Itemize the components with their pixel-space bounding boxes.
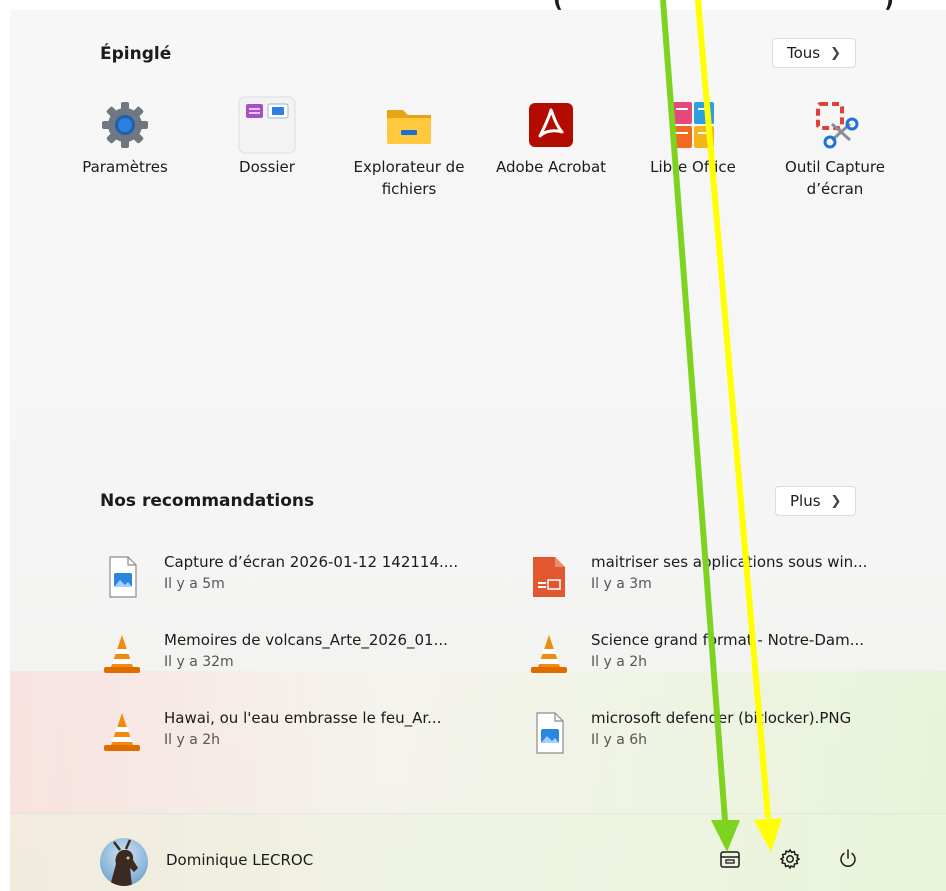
vlc-icon <box>102 633 142 677</box>
recommendations-title: Nos recommandations <box>100 491 315 511</box>
pinned-app-snipping-tool[interactable]: Outil Capture d’écran <box>770 100 900 200</box>
recommendation-item[interactable]: Capture d’écran 2026-01-12 142114.... Il… <box>102 551 482 601</box>
recommendation-name: Capture d’écran 2026-01-12 142114.... <box>164 553 459 571</box>
pinned-title: Épinglé <box>100 44 172 64</box>
pinned-app-label: Explorateur de fichiers <box>353 158 465 198</box>
recommendation-item[interactable]: Memoires de volcans_Arte_2026_01... Il y… <box>102 629 482 679</box>
file-explorer-icon <box>719 848 741 874</box>
gear-icon <box>100 100 150 150</box>
recommendation-time: Il y a 32m <box>164 654 234 670</box>
pinned-app-explorer[interactable]: Explorateur de fichiers <box>344 100 474 200</box>
gear-icon <box>779 848 801 874</box>
recommendation-time: Il y a 3m <box>591 576 652 592</box>
recommendation-time: Il y a 5m <box>164 576 225 592</box>
recommendation-time: Il y a 6h <box>591 732 648 748</box>
pinned-app-label: Paramètres <box>82 158 168 176</box>
pinned-app-dossier[interactable]: Dossier <box>202 96 332 178</box>
recommendation-time: Il y a 2h <box>164 732 221 748</box>
recommendation-name: Memoires de volcans_Arte_2026_01... <box>164 631 448 649</box>
recommendation-item[interactable]: Science grand format - Notre-Dam... Il y… <box>529 629 909 679</box>
pinned-app-label: Libre Office <box>650 158 736 176</box>
power-button[interactable] <box>833 846 863 876</box>
power-icon <box>837 848 859 874</box>
more-recommendations-button[interactable]: Plus ❯ <box>775 486 857 516</box>
recommendation-item[interactable]: maitriser ses applications sous win... I… <box>529 551 909 601</box>
pinned-app-label: Outil Capture d’écran <box>785 158 885 198</box>
recommendation-item[interactable]: Hawai, ou l'eau embrasse le feu_Ar... Il… <box>102 707 482 757</box>
recommendation-name: Science grand format - Notre-Dam... <box>591 631 865 649</box>
pinned-app-libreoffice[interactable]: Libre Office <box>628 100 758 178</box>
pinned-app-parametres[interactable]: Paramètres <box>60 100 190 178</box>
recommendation-time: Il y a 2h <box>591 654 648 670</box>
pinned-app-label: Adobe Acrobat <box>495 158 607 176</box>
recommendation-name: microsoft defender (bitlocker).PNG <box>591 709 852 727</box>
settings-button[interactable] <box>775 846 805 876</box>
file-explorer-icon <box>384 100 434 150</box>
all-apps-button[interactable]: Tous ❯ <box>772 38 857 68</box>
recommendation-item[interactable]: microsoft defender (bitlocker).PNG Il y … <box>529 707 909 757</box>
pinned-app-label: Dossier <box>239 158 295 176</box>
recommendation-name: maitriser ses applications sous win... <box>591 553 868 571</box>
snipping-tool-icon <box>810 100 860 150</box>
acrobat-icon <box>526 100 576 150</box>
powerpoint-file-icon <box>529 555 569 599</box>
image-file-icon <box>529 711 569 755</box>
folder-group-icon <box>238 96 296 154</box>
pinned-app-acrobat[interactable]: Adobe Acrobat <box>486 100 616 178</box>
start-menu: Épinglé Tous ❯ Paramètres Dossier Explor… <box>10 10 946 891</box>
libreoffice-icon <box>668 100 718 150</box>
avatar[interactable] <box>100 838 148 886</box>
chevron-right-icon: ❯ <box>830 45 842 61</box>
chevron-right-icon: ❯ <box>830 493 842 509</box>
all-apps-label: Tous <box>787 44 821 62</box>
recommendation-name: Hawai, ou l'eau embrasse le feu_Ar... <box>164 709 442 727</box>
user-name[interactable]: Dominique LECROC <box>166 851 313 869</box>
vlc-icon <box>529 633 569 677</box>
start-footer: Dominique LECROC <box>10 813 946 891</box>
image-file-icon <box>102 555 142 599</box>
more-label: Plus <box>790 492 821 510</box>
vlc-icon <box>102 711 142 755</box>
file-explorer-button[interactable] <box>715 846 745 876</box>
